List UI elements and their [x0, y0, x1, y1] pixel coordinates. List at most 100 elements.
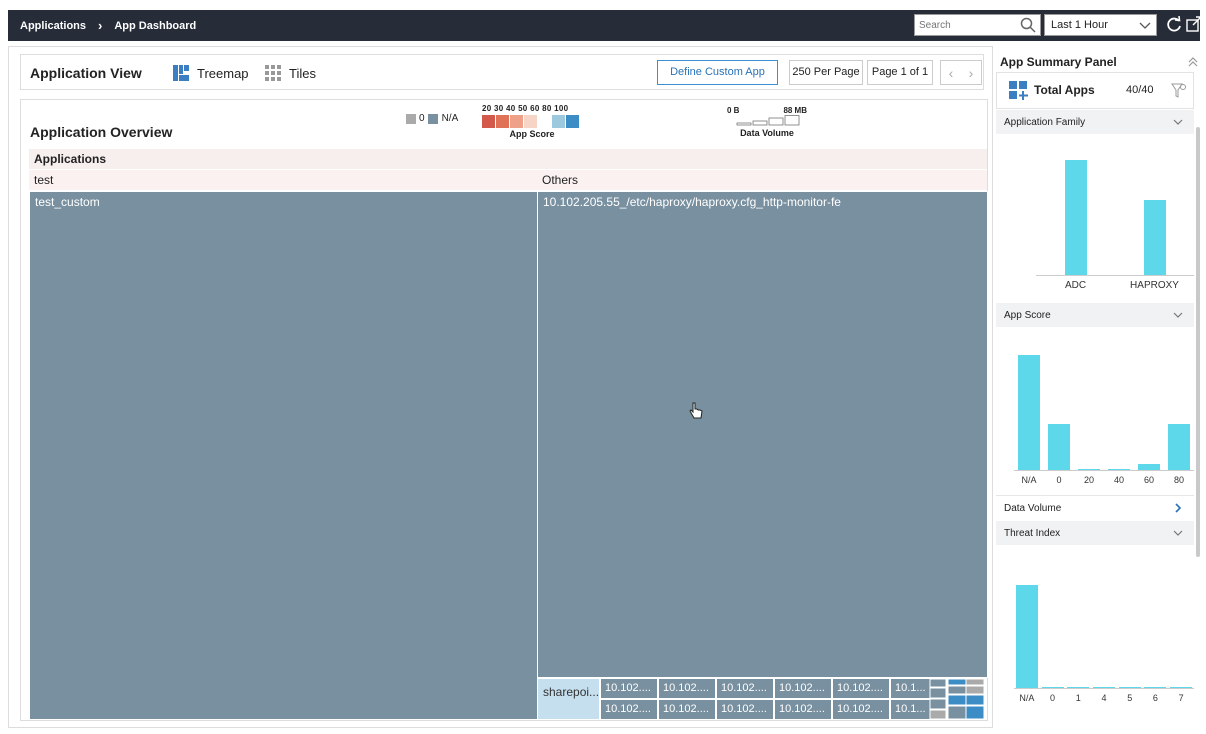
open-external-icon[interactable] — [1186, 16, 1202, 32]
section-data-volume[interactable]: Data Volume — [996, 495, 1194, 519]
volume-legend-title: Data Volume — [740, 128, 794, 138]
chart-bar[interactable] — [1067, 687, 1090, 688]
chart-bar[interactable] — [1018, 355, 1040, 470]
na-legend: 0 N/A — [406, 113, 458, 124]
tiles-option[interactable]: Tiles — [265, 65, 316, 81]
define-custom-app-button[interactable]: Define Custom App — [657, 60, 778, 85]
total-apps-value: 40/40 — [1126, 84, 1154, 96]
chart-tick-label: N/A — [1021, 475, 1037, 485]
chart-tick-label: 80 — [1173, 475, 1184, 485]
collapse-up-icon[interactable] — [1188, 56, 1198, 68]
chart-tick-label: 20 — [1083, 475, 1094, 485]
chevron-right-icon: › — [98, 18, 103, 33]
app-tile-small[interactable]: 10.102.... — [600, 699, 658, 720]
chart-bar[interactable] — [1048, 424, 1070, 470]
chart-bar[interactable] — [1108, 468, 1130, 470]
zero-swatch — [406, 113, 416, 124]
time-range-select[interactable]: Last 1 Hour — [1044, 14, 1157, 36]
chart-bar[interactable] — [1143, 199, 1166, 275]
chart-tick-label: 40 — [1113, 475, 1124, 485]
chart-tick-label: HAPROXY — [1130, 280, 1179, 291]
threat-index-label: Threat Index — [1004, 528, 1061, 539]
chart-axis — [1014, 470, 1194, 471]
breadcrumb: Applications › App Dashboard — [20, 18, 196, 33]
group-header-test: test — [29, 170, 537, 190]
score-swatch — [482, 115, 495, 128]
volume-scale-icon — [736, 115, 800, 126]
treemap-option[interactable]: Treemap — [173, 65, 249, 81]
app-tile-haproxy[interactable]: 10.102.205.55_/etc/haproxy/haproxy.cfg_h… — [537, 191, 988, 678]
group-header-others: Others — [537, 170, 987, 190]
chart-bar[interactable] — [1015, 585, 1038, 688]
breadcrumb-app-dashboard: App Dashboard — [114, 19, 197, 32]
summary-panel-title: App Summary Panel — [1000, 55, 1117, 69]
view-title: Application View — [30, 65, 142, 81]
chart-bar[interactable] — [1041, 687, 1064, 688]
chart-bar[interactable] — [1118, 687, 1141, 688]
app-tile-small[interactable]: 10.102.... — [774, 699, 832, 720]
app-tile-small[interactable]: 10.1... — [890, 699, 932, 720]
chevron-down-icon — [1173, 530, 1183, 536]
app-summary-panel: App Summary Panel Total Apps 40/40 Appli… — [996, 52, 1202, 728]
chart-bar[interactable] — [1144, 687, 1167, 688]
chart-bar[interactable] — [1138, 464, 1160, 470]
chart-bar[interactable] — [1093, 687, 1115, 688]
filter-icon[interactable] — [1171, 82, 1187, 100]
app-tile-small[interactable]: 10.102.... — [832, 699, 890, 720]
chart-tick-label: 0 — [1050, 693, 1056, 703]
data-volume-legend: 0 B 88 MB Data Volume — [727, 106, 807, 138]
prev-page-icon[interactable]: ‹ — [949, 65, 954, 81]
chevron-down-icon — [1139, 22, 1151, 29]
chevron-down-icon — [1173, 119, 1183, 125]
zero-legend-label: 0 — [419, 113, 425, 124]
treemap-label: Treemap — [197, 65, 249, 81]
section-threat-index[interactable]: Threat Index — [996, 521, 1194, 545]
chart-axis — [1014, 688, 1194, 689]
app-tile-small[interactable]: 10.102.... — [832, 678, 890, 699]
chevron-down-icon — [1173, 312, 1183, 318]
total-apps-label: Total Apps — [1034, 83, 1095, 97]
chart-tick-label: 4 — [1101, 693, 1107, 703]
page-info: Page 1 of 1 — [867, 60, 933, 85]
app-tile-small[interactable]: 10.102.... — [658, 678, 716, 699]
treemap-icon — [173, 65, 189, 81]
app-tile-small[interactable]: 10.1... — [890, 678, 932, 699]
breadcrumb-applications[interactable]: Applications — [20, 20, 86, 32]
application-overview: Application Overview 0 N/A 20 30 40 50 6… — [20, 99, 988, 721]
score-swatch — [552, 115, 565, 128]
data-volume-label: Data Volume — [1004, 503, 1062, 514]
mini-tiles-cluster[interactable] — [929, 678, 987, 720]
app-score-legend: 20 30 40 50 60 80 100 App Score — [482, 104, 592, 139]
scrollbar[interactable] — [1196, 127, 1200, 557]
chart-tick-label: 0 — [1056, 475, 1062, 485]
chart-bar[interactable] — [1064, 160, 1087, 275]
section-application-family[interactable]: Application Family — [996, 110, 1194, 134]
refresh-icon[interactable] — [1165, 16, 1183, 34]
chart-bar[interactable] — [1170, 687, 1193, 688]
app-tile-small[interactable]: 10.102.... — [600, 678, 658, 699]
search-icon[interactable] — [1020, 17, 1036, 33]
app-tile-small[interactable]: 10.102.... — [716, 699, 774, 720]
app-score-label: App Score — [1004, 310, 1051, 321]
section-app-score[interactable]: App Score — [996, 303, 1194, 327]
chart-tick-label: N/A — [1019, 693, 1035, 703]
app-tile-test-custom[interactable]: test_custom — [29, 191, 538, 720]
score-swatches — [482, 115, 592, 128]
chevron-right-icon — [1175, 503, 1182, 513]
volume-max-label: 88 MB — [783, 106, 807, 115]
next-page-icon[interactable]: › — [969, 65, 974, 81]
chart-bar[interactable] — [1078, 468, 1100, 470]
chart-bar[interactable] — [1168, 424, 1190, 470]
app-tile-sharepoint[interactable]: sharepoi... — [537, 678, 600, 720]
app-tile-small[interactable]: 10.102.... — [774, 678, 832, 699]
hand-cursor-icon — [689, 402, 703, 419]
na-swatch — [427, 113, 438, 124]
score-swatch — [566, 115, 579, 128]
app-tile-small[interactable]: 10.102.... — [716, 678, 774, 699]
per-page-select[interactable]: 250 Per Page — [789, 60, 863, 85]
search-input[interactable] — [915, 15, 1015, 35]
tiles-label: Tiles — [289, 65, 316, 81]
score-swatch — [510, 115, 523, 128]
app-tile-small[interactable]: 10.102.... — [658, 699, 716, 720]
chart-tick-label: 60 — [1143, 475, 1154, 485]
